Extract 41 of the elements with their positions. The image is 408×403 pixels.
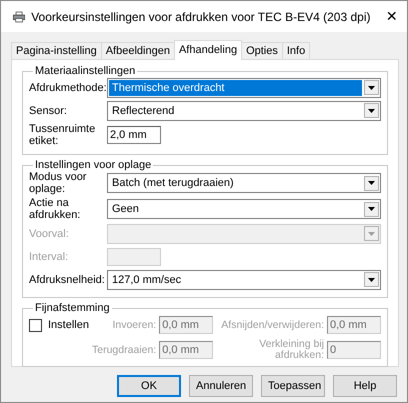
field-label: Invoeren: (111, 320, 156, 330)
field-label: Afsnijden/verwijderen: (220, 320, 324, 330)
tab[interactable]: Info (282, 42, 310, 59)
group-title: Materiaalinstellingen (34, 65, 136, 77)
field-label: Afdruksnelheid: (29, 274, 106, 286)
dropdown[interactable]: Thermische overdracht (107, 78, 381, 98)
tab[interactable]: Afhandeling (174, 40, 242, 60)
dropdown[interactable]: 127,0 mm/sec (107, 270, 381, 290)
field-label: Modus voor oplage: (29, 171, 88, 195)
field-label: Actie na afdrukken: (29, 197, 82, 221)
printer-icon (13, 10, 26, 24)
group-title: Instellingen voor oplage (34, 159, 152, 171)
field-label: Terugdraaien: (92, 344, 156, 356)
input-field[interactable]: 2,0 mm (107, 126, 161, 144)
dialog-button[interactable]: Annuleren (189, 375, 253, 397)
dropdown[interactable]: Geen (107, 199, 381, 219)
tab[interactable]: Opties (241, 42, 283, 59)
dialog-button[interactable]: Toepassen (261, 375, 325, 397)
dialog-button[interactable]: OK (117, 375, 181, 397)
caret-icon (368, 278, 375, 282)
field-label: Afdrukmethode: (29, 82, 107, 94)
window-title: Voorkeursinstellingen voor afdrukken voor TEC B-EV4 (203 dpi) (31, 10, 370, 24)
caret-icon (368, 181, 375, 185)
group-title: Fijnafstemming (34, 302, 111, 314)
tab[interactable]: Afbeeldingen (100, 42, 175, 59)
field-label: Verkleining bij afdrukken: (258, 339, 324, 361)
checkbox-label: Instellen (48, 319, 89, 331)
field-label: Tussenruimte etiket: (29, 123, 96, 147)
dialog-button[interactable]: Help (333, 375, 397, 397)
dropdown[interactable]: Reflecterend (107, 100, 381, 120)
caret-icon (368, 207, 375, 211)
field-label: Sensor: (29, 104, 68, 116)
caret-icon (368, 108, 375, 112)
field-label: Voorval: (29, 228, 70, 240)
caret-icon (368, 86, 375, 90)
field-label: Interval: (29, 250, 70, 262)
caret-icon (368, 232, 375, 236)
dropdown[interactable]: Batch (met terugdraaien) (107, 173, 381, 193)
tab[interactable]: Pagina-instelling (11, 42, 102, 59)
close-button[interactable]: ✕ (376, 1, 407, 32)
checkbox[interactable] (29, 318, 42, 332)
